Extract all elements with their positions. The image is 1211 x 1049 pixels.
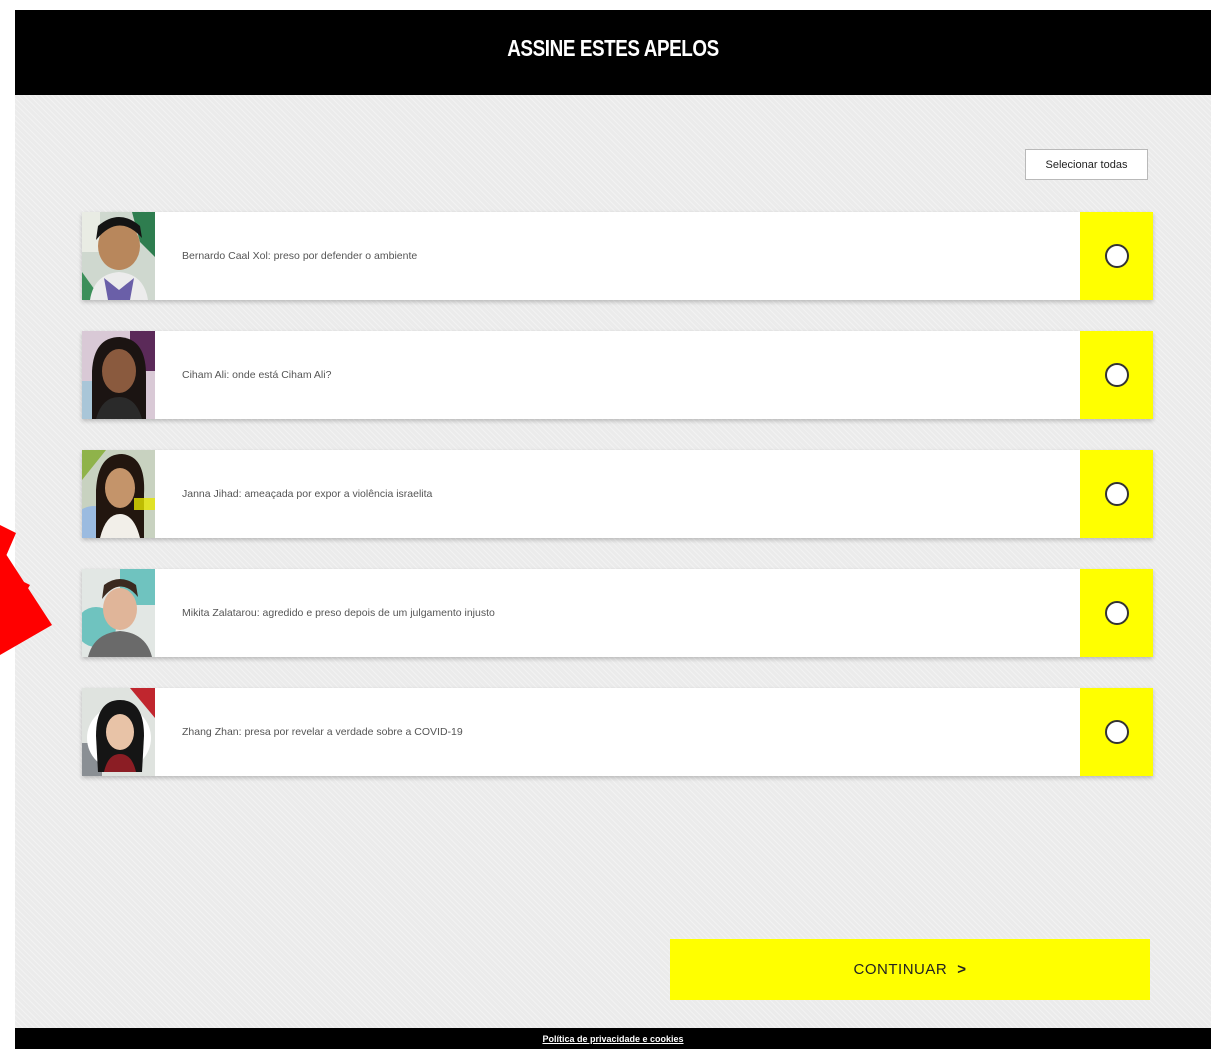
page-footer: Política de privacidade e cookies — [15, 1028, 1211, 1049]
appeal-row[interactable]: Zhang Zhan: presa por revelar a verdade … — [82, 688, 1153, 776]
avatar — [82, 688, 155, 776]
appeal-select-box[interactable] — [1080, 450, 1153, 538]
appeal-title: Ciham Ali: onde está Ciham Ali? — [182, 369, 332, 381]
appeal-radio[interactable] — [1104, 720, 1129, 744]
appeal-select-box[interactable] — [1080, 331, 1153, 419]
avatar — [82, 569, 155, 657]
appeal-title: Bernardo Caal Xol: preso por defender o … — [182, 250, 418, 262]
appeal-title: Janna Jihad: ameaçada por expor a violên… — [182, 488, 433, 500]
appeal-row[interactable]: Janna Jihad: ameaçada por expor a violên… — [82, 450, 1153, 538]
avatar — [82, 450, 155, 538]
appeal-radio[interactable] — [1104, 244, 1129, 268]
appeal-row[interactable]: Ciham Ali: onde está Ciham Ali? — [82, 331, 1153, 419]
red-arrow-annotation-icon — [0, 525, 52, 655]
appeal-radio[interactable] — [1104, 601, 1129, 625]
appeal-select-box[interactable] — [1080, 569, 1153, 657]
appeal-title: Zhang Zhan: presa por revelar a verdade … — [182, 726, 463, 738]
appeal-select-box[interactable] — [1080, 688, 1153, 776]
page-header: ASSINE ESTES APELOS — [15, 10, 1211, 95]
chevron-right-icon: > — [957, 961, 967, 978]
appeal-select-box[interactable] — [1080, 212, 1153, 300]
avatar — [82, 212, 155, 300]
appeal-row[interactable]: Mikita Zalatarou: agredido e preso depoi… — [82, 569, 1153, 657]
page-frame: ASSINE ESTES APELOS Selecionar todas Ber… — [15, 10, 1211, 1049]
appeal-radio[interactable] — [1104, 482, 1129, 506]
avatar — [82, 331, 155, 419]
select-all-button[interactable]: Selecionar todas — [1025, 149, 1148, 180]
appeal-row[interactable]: Bernardo Caal Xol: preso por defender o … — [82, 212, 1153, 300]
page-title: ASSINE ESTES APELOS — [507, 35, 719, 61]
privacy-policy-link[interactable]: Política de privacidade e cookies — [542, 1034, 683, 1044]
appeal-title: Mikita Zalatarou: agredido e preso depoi… — [182, 607, 495, 619]
continue-label: CONTINUAR — [853, 961, 948, 978]
appeal-radio[interactable] — [1104, 363, 1129, 387]
continue-button[interactable]: CONTINUAR > — [670, 939, 1150, 1000]
